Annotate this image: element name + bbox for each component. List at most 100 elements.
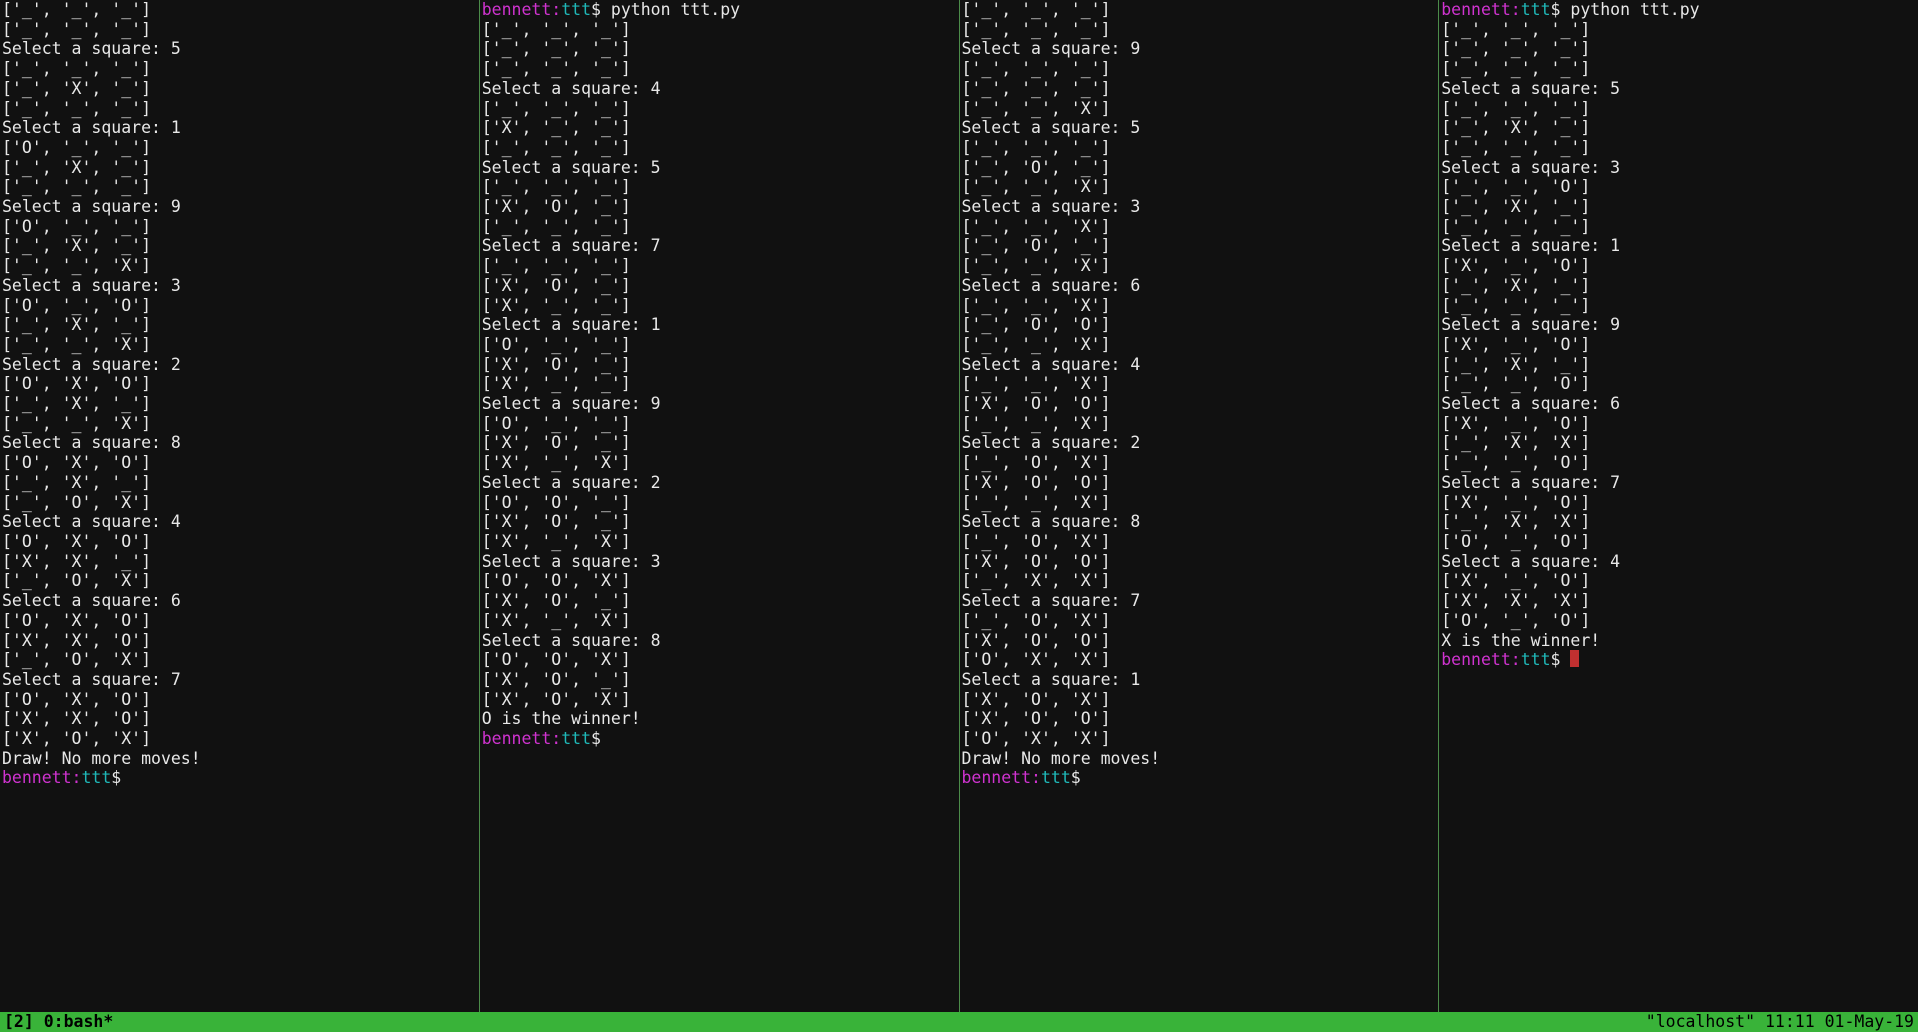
shell-prompt[interactable]: bennett:ttt$ <box>1441 650 1579 669</box>
terminal-output-line: ['_', '_', '_'] <box>2 59 477 79</box>
terminal-output-line: ['_', '_', '_'] <box>482 39 957 59</box>
terminal-output-line: ['X', '_', 'O'] <box>1441 335 1916 355</box>
terminal-output-line: ['_', '_', 'X'] <box>962 335 1437 355</box>
terminal-output-line: ['_', 'X', '_'] <box>1441 355 1916 375</box>
terminal-output-line: ['X', 'O', 'X'] <box>962 690 1437 710</box>
terminal-output-line: Select a square: 8 <box>482 631 957 651</box>
terminal-output-line: ['O', 'X', 'O'] <box>2 374 477 394</box>
terminal-output-line: ['_', 'X', '_'] <box>1441 197 1916 217</box>
terminal-output-line: ['O', 'O', '_'] <box>482 493 957 513</box>
terminal-output-line: X is the winner! <box>1441 631 1916 651</box>
shell-prompt[interactable]: bennett:ttt$ <box>962 768 1091 787</box>
terminal-output-line: ['O', 'X', 'X'] <box>962 650 1437 670</box>
prompt-user: bennett <box>962 768 1032 787</box>
terminal-output-line: ['X', 'O', 'X'] <box>482 690 957 710</box>
terminal-output-line: ['X', 'O', 'O'] <box>962 552 1437 572</box>
terminal-output-line: Select a square: 1 <box>482 315 957 335</box>
terminal-output-line: Select a square: 5 <box>962 118 1437 138</box>
terminal-output-line: ['_', '_', '_'] <box>962 0 1437 20</box>
terminal-output-line: ['O', 'X', 'O'] <box>2 532 477 552</box>
terminal-output-line: Select a square: 9 <box>1441 315 1916 335</box>
terminal-output-line: ['X', '_', 'O'] <box>1441 414 1916 434</box>
terminal-output-line: ['_', '_', '_'] <box>482 20 957 40</box>
terminal-output-line: Select a square: 9 <box>482 394 957 414</box>
terminal-output-line: ['_', '_', 'X'] <box>2 256 477 276</box>
terminal-output-line: ['_', '_', '_'] <box>482 99 957 119</box>
terminal-output-line: Select a square: 3 <box>482 552 957 572</box>
terminal-output-line: Select a square: 3 <box>1441 158 1916 178</box>
terminal-output-line: ['X', 'X', '_'] <box>2 552 477 572</box>
terminal-output-line: ['_', '_', '_'] <box>1441 138 1916 158</box>
terminal-output-line: Select a square: 8 <box>962 512 1437 532</box>
status-right: "localhost" 11:11 01-May-19 <box>1646 1012 1914 1032</box>
terminal-output-line: Select a square: 3 <box>2 276 477 296</box>
terminal-output-line: Select a square: 7 <box>962 591 1437 611</box>
prompt-host: ttt <box>81 768 111 787</box>
prompt-user: bennett <box>482 729 552 748</box>
tmux-panes: ['_', '_', '_']['_', '_', '_']Select a s… <box>0 0 1918 1012</box>
terminal-output-line: ['O', '_', '_'] <box>2 138 477 158</box>
terminal-output-line: ['X', 'X', 'X'] <box>1441 591 1916 611</box>
shell-prompt: bennett:ttt$ python ttt.py <box>482 0 740 19</box>
terminal-output-line: ['_', '_', 'X'] <box>962 414 1437 434</box>
terminal-output-line: ['X', '_', '_'] <box>482 296 957 316</box>
terminal-output-line: ['_', 'O', 'O'] <box>962 315 1437 335</box>
terminal-output-line: ['_', '_', '_'] <box>1441 20 1916 40</box>
terminal-output-line: ['_', 'X', 'X'] <box>1441 433 1916 453</box>
shell-prompt[interactable]: bennett:ttt$ <box>2 768 131 787</box>
terminal-output-line: Select a square: 7 <box>482 236 957 256</box>
terminal-output-line: Select a square: 1 <box>1441 236 1916 256</box>
terminal-output-line: ['O', '_', 'O'] <box>1441 532 1916 552</box>
terminal-output-line: ['O', '_', '_'] <box>482 414 957 434</box>
tmux-status-bar: [2] 0:bash* "localhost" 11:11 01-May-19 <box>0 1012 1918 1032</box>
terminal-output-line: ['_', 'O', '_'] <box>962 158 1437 178</box>
terminal-output-line: ['X', 'O', '_'] <box>482 197 957 217</box>
terminal-output-line: ['_', '_', '_'] <box>482 138 957 158</box>
prompt-host: ttt <box>561 0 591 19</box>
terminal-output-line: Select a square: 1 <box>2 118 477 138</box>
terminal-output-line: ['_', '_', '_'] <box>1441 99 1916 119</box>
terminal-pane-3[interactable]: bennett:ttt$ python ttt.py['_', '_', '_'… <box>1438 0 1918 1012</box>
terminal-output-line: Select a square: 4 <box>482 79 957 99</box>
prompt-host: ttt <box>1521 0 1551 19</box>
terminal-output-line: ['X', 'O', '_'] <box>482 591 957 611</box>
terminal-pane-2[interactable]: ['_', '_', '_']['_', '_', '_']Select a s… <box>959 0 1439 1012</box>
terminal-output-line: Select a square: 4 <box>1441 552 1916 572</box>
terminal-output-line: Select a square: 5 <box>482 158 957 178</box>
terminal-output-line: Select a square: 2 <box>2 355 477 375</box>
terminal-pane-1[interactable]: bennett:ttt$ python ttt.py['_', '_', '_'… <box>479 0 959 1012</box>
prompt-user: bennett <box>2 768 72 787</box>
terminal-output-line: ['_', 'O', 'X'] <box>962 532 1437 552</box>
terminal-output-line: ['_', 'O', '_'] <box>962 236 1437 256</box>
cursor <box>1570 650 1579 667</box>
terminal-output-line: ['X', 'X', 'O'] <box>2 631 477 651</box>
terminal-output-line: ['_', '_', '_'] <box>2 177 477 197</box>
terminal-output-line: ['O', '_', 'O'] <box>2 296 477 316</box>
terminal-output-line: ['X', 'O', 'O'] <box>962 394 1437 414</box>
status-left: [2] 0:bash* <box>4 1012 113 1032</box>
terminal-output-line: ['X', 'O', '_'] <box>482 512 957 532</box>
terminal-output-line: ['X', '_', 'X'] <box>482 611 957 631</box>
terminal-output-line: ['_', '_', 'O'] <box>1441 177 1916 197</box>
terminal-output-line: ['_', '_', '_'] <box>2 99 477 119</box>
terminal-output-line: ['_', 'X', '_'] <box>1441 276 1916 296</box>
terminal-output-line: ['_', '_', '_'] <box>482 59 957 79</box>
terminal-output-line: ['X', '_', 'O'] <box>1441 571 1916 591</box>
terminal-output-line: ['_', 'X', '_'] <box>2 473 477 493</box>
prompt-user: bennett <box>1441 650 1511 669</box>
shell-prompt[interactable]: bennett:ttt$ <box>482 729 611 748</box>
terminal-output-line: Select a square: 9 <box>962 39 1437 59</box>
terminal-output-line: ['X', '_', 'X'] <box>482 453 957 473</box>
terminal-output-line: Select a square: 3 <box>962 197 1437 217</box>
terminal-pane-0[interactable]: ['_', '_', '_']['_', '_', '_']Select a s… <box>0 0 479 1012</box>
terminal-output-line: ['O', 'O', 'X'] <box>482 571 957 591</box>
terminal-output-line: Select a square: 2 <box>962 433 1437 453</box>
terminal-output-line: Select a square: 4 <box>2 512 477 532</box>
prompt-host: ttt <box>1521 650 1551 669</box>
terminal-output-line: ['X', 'O', 'X'] <box>2 729 477 749</box>
terminal-output-line: ['X', '_', 'X'] <box>482 532 957 552</box>
terminal-output-line: O is the winner! <box>482 709 957 729</box>
terminal-output-line: ['_', 'X', '_'] <box>2 236 477 256</box>
terminal-output-line: ['X', '_', 'O'] <box>1441 493 1916 513</box>
terminal-output-line: ['O', 'X', 'O'] <box>2 453 477 473</box>
